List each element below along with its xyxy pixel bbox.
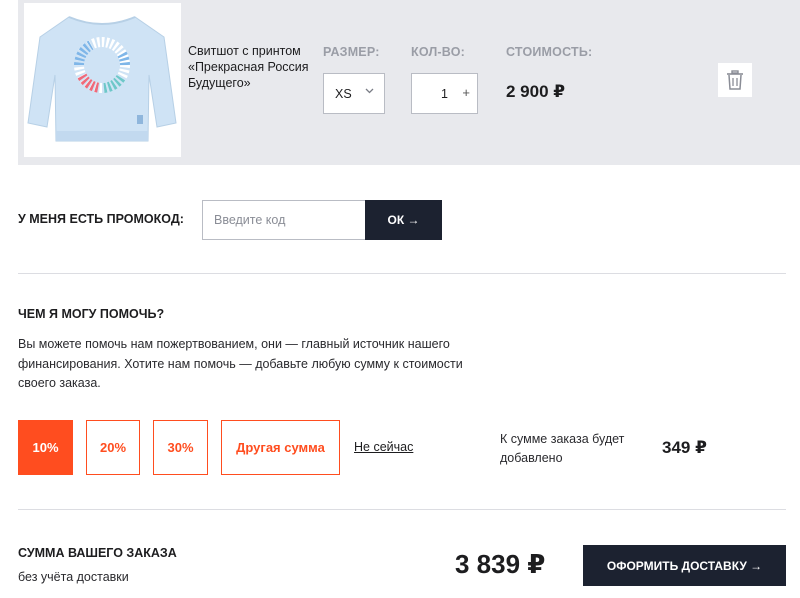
divider: [18, 509, 786, 510]
donation-amount: 349 ₽: [662, 438, 707, 457]
promo-apply-button[interactable]: ОК →: [365, 200, 442, 240]
quantity-stepper[interactable]: 1 +: [411, 73, 478, 114]
item-price: 2 900 ₽: [506, 82, 566, 101]
price-label: СТОИМОСТЬ:: [506, 45, 593, 59]
donation-10-button[interactable]: 10%: [18, 420, 73, 475]
quantity-increment-button[interactable]: +: [462, 85, 470, 100]
chevron-down-icon: [365, 86, 374, 98]
quantity-label: КОЛ-ВО:: [411, 45, 465, 59]
donation-added-text: К сумме заказа будет добавлено: [500, 432, 625, 465]
promo-label: У МЕНЯ ЕСТЬ ПРОМОКОД:: [18, 212, 184, 226]
checkout-button[interactable]: ОФОРМИТЬ ДОСТАВКУ →: [583, 545, 786, 586]
sweatshirt-image: [27, 16, 177, 142]
help-description: Вы можете помочь нам пожертвованием, они…: [18, 337, 463, 390]
cart-item-row: Свитшот с принтом «Прекрасная Россия Буд…: [18, 0, 800, 165]
size-value: XS: [335, 87, 352, 101]
size-select[interactable]: XS: [323, 73, 385, 114]
quantity-value: 1: [441, 87, 448, 101]
product-image[interactable]: [24, 3, 181, 157]
order-total: 3 839 ₽: [455, 549, 546, 579]
promo-code-input[interactable]: [202, 200, 367, 240]
delete-item-button[interactable]: [718, 63, 752, 97]
trash-icon: [727, 70, 743, 90]
donation-30-button[interactable]: 30%: [153, 420, 208, 475]
size-label: РАЗМЕР:: [323, 45, 380, 59]
product-name[interactable]: Свитшот с принтом «Прекрасная Россия Буд…: [188, 43, 318, 91]
help-title: ЧЕМ Я МОГУ ПОМОЧЬ?: [18, 307, 165, 321]
divider: [18, 273, 786, 274]
order-sum-title: СУММА ВАШЕГО ЗАКАЗА: [18, 546, 177, 560]
donation-custom-button[interactable]: Другая сумма: [221, 420, 340, 475]
donation-20-button[interactable]: 20%: [86, 420, 140, 475]
order-sum-subtitle: без учёта доставки: [18, 570, 129, 584]
not-now-link[interactable]: Не сейчас: [354, 440, 413, 454]
